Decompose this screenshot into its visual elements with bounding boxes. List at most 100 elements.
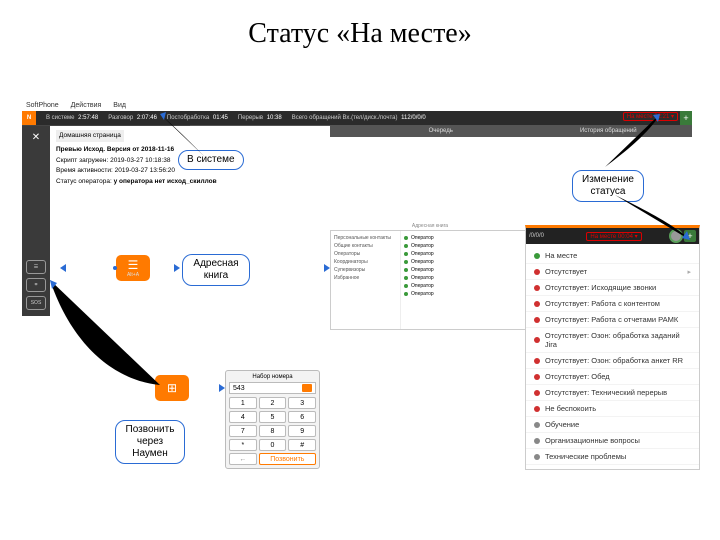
addr-contact[interactable]: Оператор <box>404 258 526 266</box>
status-dot-icon <box>534 390 540 396</box>
status-dot-icon <box>534 374 540 380</box>
address-book-shortcut: Alt+A <box>127 272 139 278</box>
status-label: Отсутствует: Обед <box>545 372 610 381</box>
addr-contact[interactable]: Оператор <box>404 266 526 274</box>
tb-break-label: Перерыв <box>238 115 263 121</box>
status-label: На месте <box>545 251 577 260</box>
status-option[interactable]: Технические проблемы <box>526 449 699 465</box>
tb-talk-time: 2:07:46 <box>137 115 157 121</box>
callout-call-via-naumen: Позвонить через Наумен <box>115 420 185 464</box>
sp-plus-button[interactable]: + <box>684 230 696 242</box>
dial-key-0[interactable]: 0 <box>259 439 287 451</box>
status-option[interactable]: Отсутствует: Обед <box>526 369 699 385</box>
topbar: N В системе 2:57:48 Разговор 2:07:46 Пос… <box>22 111 692 125</box>
addr-category[interactable]: Персональные контакты <box>334 234 397 242</box>
dial-backspace[interactable]: ← <box>229 453 257 465</box>
status-dot-icon <box>534 301 540 307</box>
menu-actions[interactable]: Действия <box>71 102 102 109</box>
status-label: Отсутствует: Технический перерыв <box>545 388 667 397</box>
status-option[interactable]: Отсутствует: Озон: обработка заданий Jir… <box>526 328 699 353</box>
tb-post-time: 01:45 <box>213 115 228 121</box>
tab-queue[interactable]: Очередь <box>357 125 525 137</box>
keypad-icon: ⊞ <box>167 382 177 394</box>
dialpad-title: Набор номера <box>229 374 316 380</box>
status-option[interactable]: Отсутствует: Исходящие звонки <box>526 280 699 296</box>
status-option[interactable]: Обучение <box>526 417 699 433</box>
menu-view[interactable]: Вид <box>113 102 126 109</box>
avatar[interactable] <box>669 229 683 243</box>
address-book-list: ОператорОператорОператорОператорОператор… <box>401 231 529 329</box>
status-option[interactable]: Организационные вопросы <box>526 433 699 449</box>
addr-contact[interactable]: Оператор <box>404 290 526 298</box>
addr-contact[interactable]: Оператор <box>404 250 526 258</box>
status-dot-icon <box>534 358 540 364</box>
dial-call-button[interactable]: Позвонить <box>259 453 316 465</box>
status-label: Организационные вопросы <box>545 436 640 445</box>
status-chip[interactable]: На месте 02:21 ▾ <box>623 112 678 121</box>
tb-post-label: Постобработка <box>167 115 209 121</box>
dial-key-*[interactable]: * <box>229 439 257 451</box>
dial-key-8[interactable]: 8 <box>259 425 287 437</box>
addr-category[interactable]: Супервизоры <box>334 266 397 274</box>
sp-status-chip[interactable]: На месте 00:04 ▾ <box>586 232 641 241</box>
addr-category[interactable]: Избранное <box>334 274 397 282</box>
close-icon[interactable]: ✕ <box>32 132 40 143</box>
dial-key-9[interactable]: 9 <box>288 425 316 437</box>
address-book-title: Адресная книга <box>412 223 448 229</box>
dial-key-4[interactable]: 4 <box>229 411 257 423</box>
address-book-popup: Адресная книга Персональные контактыОбщи… <box>330 230 530 330</box>
status-label: Технические проблемы <box>545 452 626 461</box>
status-list: На месте Отсутствует▸ Отсутствует: Исходящ… <box>526 244 699 469</box>
status-label: Отсутствует <box>545 267 587 276</box>
status-option[interactable]: Отсутствует: Работа с отчетами РАМК <box>526 312 699 328</box>
dial-key-1[interactable]: 1 <box>229 397 257 409</box>
app-menu: SoftPhone Действия Вид <box>22 100 692 111</box>
dialpad-input[interactable]: 543 <box>229 382 316 394</box>
status-option[interactable]: Отсутствует: Работа с контентом <box>526 296 699 312</box>
sidebar: ✕ ☰ ⌗ SOS <box>22 126 50 316</box>
addr-category[interactable]: Общие контакты <box>334 242 397 250</box>
address-book-button[interactable]: ☰ Alt+A <box>116 255 150 281</box>
dial-key-7[interactable]: 7 <box>229 425 257 437</box>
softphone-app: SoftPhone Действия Вид N В системе 2:57:… <box>22 100 692 137</box>
dialpad-button[interactable]: ⊞ <box>155 375 189 401</box>
tab-history[interactable]: История обращений <box>525 125 693 137</box>
status-option[interactable]: Отсутствует: Озон: обработка анкет RR <box>526 353 699 369</box>
status-option[interactable]: На месте <box>526 248 699 264</box>
home-panel-title: Домашняя страница <box>56 130 124 142</box>
dial-go-icon[interactable] <box>302 384 312 392</box>
home-line-2: Скрипт загружен: 2019-03-27 10:18:38 <box>56 157 170 164</box>
callout-change-status: Изменениестатуса <box>572 170 644 202</box>
tb-break-time: 10:38 <box>267 115 282 121</box>
addr-contact[interactable]: Оператор <box>404 242 526 250</box>
status-label: Отсутствует: Работа с отчетами РАМК <box>545 315 678 324</box>
addr-contact[interactable]: Оператор <box>404 274 526 282</box>
status-option[interactable]: Отсутствует: Технический перерыв <box>526 385 699 401</box>
tb-in-system-label: В системе <box>46 115 75 121</box>
dial-key-2[interactable]: 2 <box>259 397 287 409</box>
callout-address-book: Адресная книга <box>182 254 250 286</box>
dial-key-6[interactable]: 6 <box>288 411 316 423</box>
book-icon[interactable]: ☰ <box>26 260 46 274</box>
plus-button[interactable]: + <box>680 111 692 125</box>
status-dropdown-header: /0/0/0 На месте 00:04 ▾ + <box>526 228 699 244</box>
tb-in-system-time: 2:57:48 <box>78 115 98 121</box>
addr-contact[interactable]: Оператор <box>404 234 526 242</box>
addr-contact[interactable]: Оператор <box>404 282 526 290</box>
sos-icon[interactable]: SOS <box>26 296 46 310</box>
status-option[interactable]: Не беспокоить <box>526 401 699 417</box>
status-dot-icon <box>534 337 540 343</box>
addr-category[interactable]: Операторы <box>334 250 397 258</box>
dial-key-#[interactable]: # <box>288 439 316 451</box>
address-book-categories: Персональные контактыОбщие контактыОпера… <box>331 231 401 329</box>
addr-category[interactable]: Координаторы <box>334 258 397 266</box>
menu-softphone[interactable]: SoftPhone <box>26 102 59 109</box>
home-line-4b: у оператора нет исход_скиллов <box>114 178 217 185</box>
dial-icon[interactable]: ⌗ <box>26 278 46 292</box>
status-option[interactable]: Отсутствует▸ <box>526 264 699 280</box>
dial-key-5[interactable]: 5 <box>259 411 287 423</box>
status-label: Отсутствует: Исходящие звонки <box>545 283 656 292</box>
callout-in-system: В системе <box>178 150 244 170</box>
status-dot-icon <box>534 269 540 275</box>
dial-key-3[interactable]: 3 <box>288 397 316 409</box>
